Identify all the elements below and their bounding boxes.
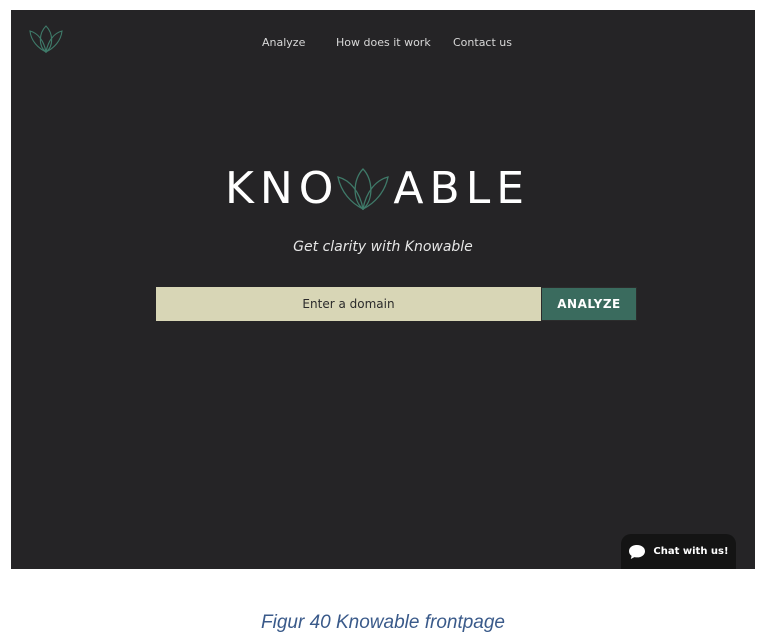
nav-contact-us[interactable]: Contact us — [453, 36, 512, 49]
nav-how-it-works[interactable]: How does it work — [336, 36, 431, 49]
tagline: Get clarity with Knowable — [293, 239, 473, 255]
main-nav: Analyze How does it work Contact us — [11, 36, 755, 50]
chat-bubble-icon — [629, 544, 646, 559]
analyze-button[interactable]: ANALYZE — [541, 287, 637, 321]
wordmark-left-text: KNO — [225, 163, 340, 214]
figure-caption: Figur 40 Knowable frontpage — [261, 612, 505, 633]
wordmark-right-text: ABLE — [393, 163, 531, 214]
domain-search-form: ANALYZE — [156, 287, 637, 321]
knowable-frontpage: Analyze How does it work Contact us KNO … — [11, 10, 755, 569]
lotus-w-icon — [337, 168, 390, 211]
chat-label: Chat with us! — [653, 546, 729, 557]
domain-input[interactable] — [156, 287, 541, 321]
nav-analyze[interactable]: Analyze — [262, 36, 305, 49]
chat-widget-button[interactable]: Chat with us! — [621, 534, 736, 569]
knowable-wordmark: KNO ABLE — [225, 166, 530, 212]
